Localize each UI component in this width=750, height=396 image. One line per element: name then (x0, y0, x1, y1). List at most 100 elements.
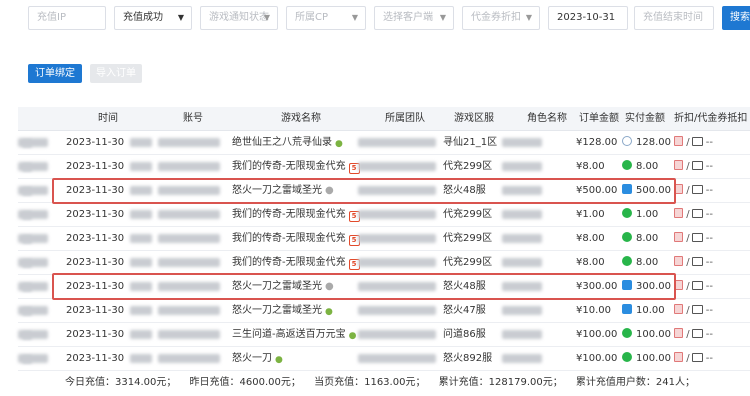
discount-cell: / -- (674, 347, 713, 371)
start-date-input[interactable]: 2023-10-31 (548, 6, 628, 30)
discount-cell: / -- (674, 275, 713, 299)
server-name: 怒火47服 (443, 305, 486, 316)
order-amount: ¥8.00 (576, 161, 605, 172)
header-account: 账号 (183, 113, 203, 124)
time-redacted (130, 227, 152, 251)
header-paid-amount: 实付金额 (625, 113, 665, 124)
wechat-pay-icon (622, 232, 632, 242)
team-redacted (358, 299, 436, 323)
account-redacted (158, 131, 220, 155)
end-date-input[interactable]: 充值结束时间 (634, 6, 714, 30)
game-name: 我们的传奇-无限现金代充 (232, 209, 346, 220)
status-select[interactable]: 充值成功 ▼ (114, 6, 192, 30)
role-redacted (502, 323, 542, 347)
time-redacted (130, 347, 152, 371)
paid-cell: 1.00 (622, 203, 658, 227)
chevron-down-icon: ▼ (525, 13, 532, 22)
discount-icon[interactable] (674, 352, 683, 362)
team-redacted (358, 227, 436, 251)
game-cell: 我们的传奇-无限现金代充 5 (232, 251, 360, 275)
coupon-card-icon[interactable] (691, 137, 703, 146)
row-id-redacted (18, 251, 48, 275)
game-cell: 三生问道-高返送百万元宝 ● (232, 323, 359, 347)
coupon-card-icon[interactable] (691, 305, 703, 314)
discount-icon[interactable] (674, 160, 683, 170)
table-row[interactable]: 2023-11-30 怒火一刀 ● 怒火892服 ¥100.00 100.00 / -- (18, 347, 750, 371)
yesterday-recharge: 昨日充值：4600.00元； (189, 377, 301, 388)
discount-icon[interactable] (674, 280, 683, 290)
coupon-card-icon[interactable] (691, 281, 703, 290)
filter-bar: 充值IP 充值成功 ▼ 游戏通知状态 ▼ 所属CP ▼ 选择客户端 ▼ 代金券折扣 ▼ 2… (0, 6, 750, 30)
team-redacted (358, 275, 436, 299)
coupon-select[interactable]: 代金券折扣 ▼ (462, 6, 540, 30)
table-row[interactable]: 2023-11-30 怒火一刀之雷域圣光 ● 怒火48服 ¥500.00 500.00 /… (18, 179, 750, 203)
discount-icon[interactable] (674, 232, 683, 242)
ops-dash: -- (705, 233, 713, 244)
orders-table: 时间 账号 游戏名称 所属团队 游戏区服 角色名称 订单金额 实付金额 折扣/代… (18, 107, 750, 371)
discount-icon[interactable] (674, 208, 683, 218)
game-name: 怒火一刀之雷域圣光 (232, 185, 322, 196)
cp-placeholder: 所属CP (295, 12, 329, 23)
discount-icon[interactable] (674, 184, 683, 194)
start-date-value: 2023-10-31 (557, 12, 616, 23)
account-redacted (158, 155, 220, 179)
ops-separator: / (686, 305, 690, 316)
notify-status-select[interactable]: 游戏通知状态 ▼ (200, 6, 278, 30)
cp-select[interactable]: 所属CP ▼ (286, 6, 366, 30)
order-amount: ¥300.00 (576, 281, 618, 292)
bind-order-button[interactable]: 订单绑定 (28, 64, 82, 83)
status-value: 充值成功 (123, 12, 163, 23)
paid-amount: 128.00 (636, 137, 671, 148)
discount-icon[interactable] (674, 256, 683, 266)
search-button[interactable]: 搜索 (722, 6, 750, 30)
bind-order-label: 订单绑定 (35, 68, 75, 79)
order-amount: ¥1.00 (576, 209, 605, 220)
coupon-card-icon[interactable] (691, 233, 703, 242)
order-amount: ¥8.00 (576, 233, 605, 244)
role-redacted (502, 347, 542, 371)
server-name: 寻仙21_1区 (443, 137, 498, 148)
server-name: 怒火48服 (443, 185, 486, 196)
import-order-button[interactable]: 导入订单 (90, 64, 142, 83)
coupon-card-icon[interactable] (691, 257, 703, 266)
coupon-card-icon[interactable] (691, 353, 703, 362)
time-redacted (130, 251, 152, 275)
table-row[interactable]: 2023-11-30 我们的传奇-无限现金代充 5 代充299区 ¥8.00 8.00 /… (18, 227, 750, 251)
client-select[interactable]: 选择客户端 ▼ (374, 6, 454, 30)
game-name: 怒火一刀之雷域圣光 (232, 305, 322, 316)
server-name: 怒火48服 (443, 281, 486, 292)
coupon-card-icon[interactable] (691, 185, 703, 194)
order-time: 2023-11-30 (66, 257, 125, 268)
table-row[interactable]: 2023-11-30 我们的传奇-无限现金代充 5 代充299区 ¥1.00 1.00 /… (18, 203, 750, 227)
paid-amount: 300.00 (636, 281, 671, 292)
table-row[interactable]: 2023-11-30 绝世仙王之八荒寻仙录 ● 寻仙21_1区 ¥128.00 128.0… (18, 131, 750, 155)
end-date-placeholder: 充值结束时间 (643, 12, 703, 23)
table-row[interactable]: 2023-11-30 怒火一刀之雷域圣光 ● 怒火47服 ¥10.00 10.00 / -… (18, 299, 750, 323)
coupon-card-icon[interactable] (691, 329, 703, 338)
order-amount: ¥100.00 (576, 353, 618, 364)
time-redacted (130, 299, 152, 323)
page-recharge: 当页充值：1163.00元； (314, 377, 426, 388)
table-row[interactable]: 2023-11-30 三生问道-高返送百万元宝 ● 问道86服 ¥100.00 100.0… (18, 323, 750, 347)
discount-icon[interactable] (674, 328, 683, 338)
ops-separator: / (686, 137, 690, 148)
table-row[interactable]: 2023-11-30 我们的传奇-无限现金代充 5 代充299区 ¥8.00 8.00 /… (18, 155, 750, 179)
coupon-card-icon[interactable] (691, 209, 703, 218)
ops-dash: -- (705, 281, 713, 292)
coupon-card-icon[interactable] (691, 161, 703, 170)
order-amount: ¥500.00 (576, 185, 618, 196)
total-users: 累计充值用户数：241人； (575, 377, 695, 388)
table-row[interactable]: 2023-11-30 我们的传奇-无限现金代充 5 代充299区 ¥8.00 8.00 /… (18, 251, 750, 275)
discount-icon[interactable] (674, 136, 683, 146)
recharge-ip-input[interactable]: 充值IP (28, 6, 106, 30)
discount-icon[interactable] (674, 304, 683, 314)
table-row[interactable]: 2023-11-30 怒火一刀之雷域圣光 ● 怒火48服 ¥300.00 300.00 /… (18, 275, 750, 299)
role-redacted (502, 203, 542, 227)
role-redacted (502, 155, 542, 179)
ops-dash: -- (705, 257, 713, 268)
ops-dash: -- (705, 161, 713, 172)
game-cell: 怒火一刀之雷域圣光 ● (232, 275, 334, 299)
server-name: 代充299区 (443, 233, 493, 244)
order-time: 2023-11-30 (66, 305, 125, 316)
account-redacted (158, 275, 220, 299)
